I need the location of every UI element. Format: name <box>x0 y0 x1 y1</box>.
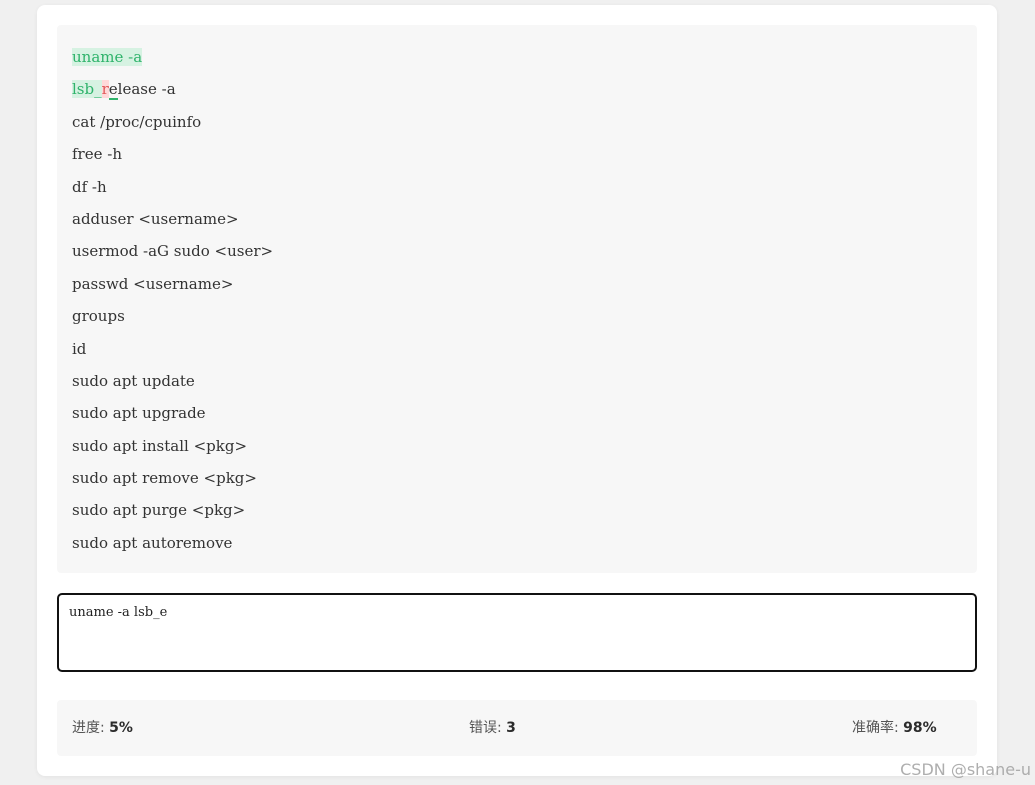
command-line-5: df -h <box>72 177 107 196</box>
command-line-1: uname -a <box>72 45 273 77</box>
command-lines: uname -a lsb_release -a cat /proc/cpuinf… <box>72 45 273 563</box>
csdn-watermark: CSDN @shane-u <box>900 760 1031 779</box>
current-char-cursor: e <box>108 80 118 101</box>
errors-value: 3 <box>506 720 516 736</box>
command-line-16: sudo apt autoremove <box>72 533 233 552</box>
accuracy-value: 98% <box>903 720 937 736</box>
typed-correct-segment: uname -a <box>72 48 143 66</box>
progress-value: 5% <box>109 720 133 736</box>
stats-bar: 进度: 5% 错误: 3 准确率: 98% <box>57 700 977 756</box>
command-line-15: sudo apt purge <pkg> <box>72 501 246 520</box>
command-line-4: free -h <box>72 145 122 164</box>
command-line-11: sudo apt update <box>72 371 195 390</box>
command-line-13: sudo apt install <pkg> <box>72 436 248 455</box>
progress-stat: 进度: 5% <box>72 718 133 738</box>
typing-input[interactable]: uname -a lsb_e <box>69 603 959 661</box>
command-line-7: usermod -aG sudo <user> <box>72 242 274 261</box>
typed-correct-segment: lsb_ <box>72 80 102 99</box>
untyped-segment: lease -a <box>117 80 176 99</box>
typing-practice-card: uname -a lsb_release -a cat /proc/cpuinf… <box>37 5 997 776</box>
progress-label: 进度: <box>72 720 110 736</box>
command-line-12: sudo apt upgrade <box>72 404 206 423</box>
accuracy-label: 准确率: <box>852 720 904 736</box>
errors-stat: 错误: 3 <box>469 718 516 738</box>
command-line-9: groups <box>72 307 125 326</box>
command-line-8: passwd <username> <box>72 274 234 293</box>
reference-text-panel: uname -a lsb_release -a cat /proc/cpuinf… <box>57 25 977 573</box>
command-line-10: id <box>72 339 87 358</box>
typing-input-box[interactable]: uname -a lsb_e <box>57 593 977 672</box>
errors-label: 错误: <box>469 720 507 736</box>
typed-error-char: r <box>101 80 109 99</box>
accuracy-stat: 准确率: 98% <box>852 718 937 738</box>
command-line-2: lsb_release -a <box>72 77 273 109</box>
command-line-6: adduser <username> <box>72 209 239 228</box>
command-line-14: sudo apt remove <pkg> <box>72 469 257 488</box>
command-line-3: cat /proc/cpuinfo <box>72 112 202 131</box>
